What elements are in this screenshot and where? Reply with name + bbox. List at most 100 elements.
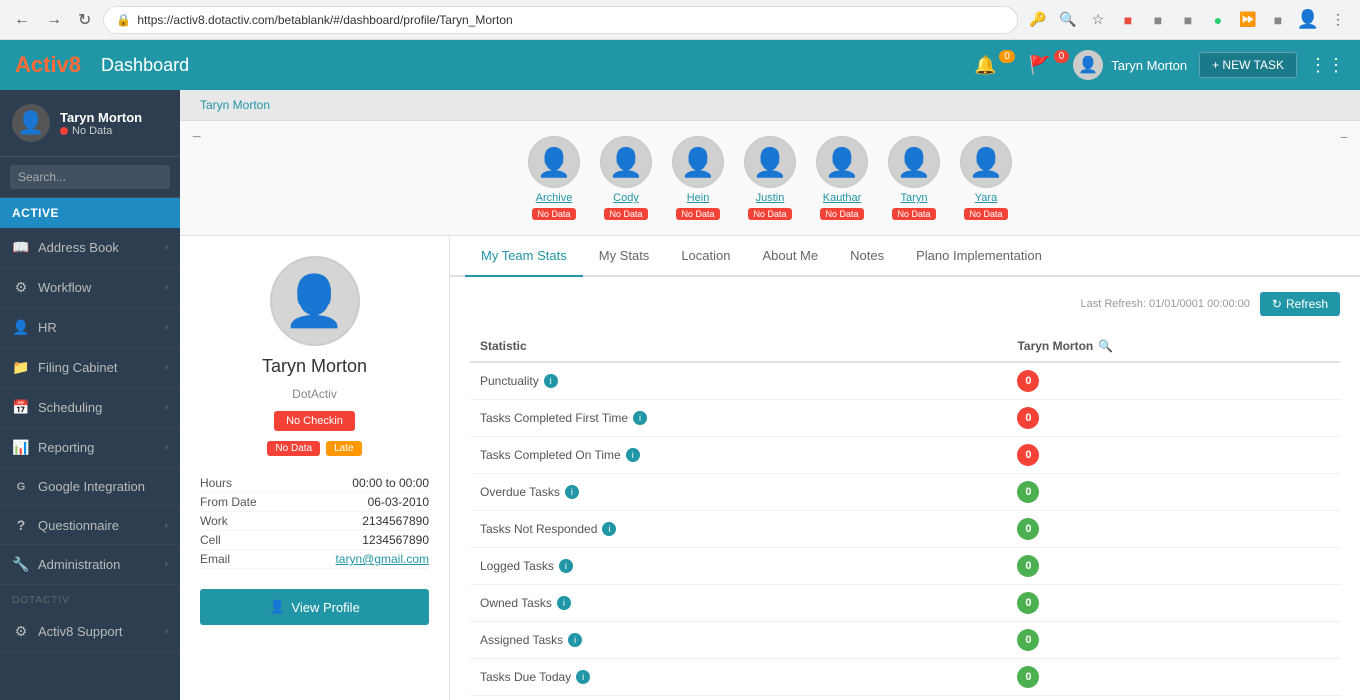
table-row: Tasks Completed On Time i 0 [470, 437, 1340, 474]
team-member-archive: 👤 Archive No Data [528, 136, 580, 220]
logo-accent: 8 [69, 52, 81, 77]
info-icon[interactable]: i [626, 448, 640, 462]
sidebar-item-questionnaire[interactable]: ? Questionnaire › [0, 506, 180, 545]
search-icon[interactable]: 🔍 [1056, 8, 1080, 32]
sidebar-user-info: Taryn Morton No Data [60, 110, 142, 137]
team-avatar[interactable]: 👤 [744, 136, 796, 188]
extension5-icon[interactable]: ⏩ [1236, 8, 1260, 32]
sidebar-item-google-integration[interactable]: G Google Integration [0, 468, 180, 506]
back-button[interactable]: ← [10, 7, 34, 33]
stat-badge: 0 [1017, 666, 1039, 688]
stat-name-text: Tasks Due Today [480, 670, 571, 684]
refresh-button[interactable]: ↻ Refresh [1260, 292, 1340, 316]
collapse-icon[interactable]: − [192, 129, 201, 147]
extension2-icon[interactable]: ■ [1146, 8, 1170, 32]
extension6-icon[interactable]: ■ [1266, 8, 1290, 32]
profile-stats-area: 👤 Taryn Morton DotActiv No Checkin No Da… [180, 236, 1360, 700]
notifications-button[interactable]: 🔔 0 [964, 55, 1006, 76]
stat-value-cell: 0 [1007, 400, 1340, 437]
col-statistic-header: Statistic [470, 331, 1007, 362]
tab-my-team-stats[interactable]: My Team Stats [465, 236, 583, 277]
team-member-justin: 👤 Justin No Data [744, 136, 796, 220]
team-member-name[interactable]: Cody [613, 192, 639, 204]
team-avatar[interactable]: 👤 [600, 136, 652, 188]
stat-name-cell: Logged Tasks i [470, 548, 1007, 585]
sidebar-item-label: Administration [38, 557, 120, 572]
extension1-icon[interactable]: ■ [1116, 8, 1140, 32]
checkin-status-button[interactable]: No Checkin [274, 411, 355, 431]
expand-icon[interactable]: − [1340, 129, 1348, 145]
team-avatar[interactable]: 👤 [528, 136, 580, 188]
team-member-badge: No Data [604, 208, 647, 220]
team-avatar[interactable]: 👤 [816, 136, 868, 188]
team-member-name[interactable]: Yara [975, 192, 997, 204]
notifications-badge: 0 [999, 50, 1015, 63]
view-profile-button[interactable]: 👤 View Profile [200, 589, 429, 625]
col-search-icon[interactable]: 🔍 [1098, 339, 1113, 353]
tab-notes[interactable]: Notes [834, 236, 900, 277]
sidebar-item-workflow[interactable]: ⚙ Workflow › [0, 268, 180, 308]
messages-button[interactable]: 🚩 0 [1019, 55, 1061, 76]
team-avatar[interactable]: 👤 [888, 136, 940, 188]
team-avatar[interactable]: 👤 [672, 136, 724, 188]
user-nav: 👤 Taryn Morton [1073, 50, 1187, 80]
lock-icon: 🔒 [116, 13, 131, 27]
stat-badge: 0 [1017, 592, 1039, 614]
extension4-icon[interactable]: ● [1206, 8, 1230, 32]
view-profile-label: View Profile [291, 600, 359, 615]
new-task-button[interactable]: + NEW TASK [1199, 52, 1297, 78]
sidebar-item-label: HR [38, 320, 57, 335]
sidebar-item-hr[interactable]: 👤 HR › [0, 308, 180, 348]
share-button[interactable]: ⋮⋮ [1309, 55, 1345, 76]
chevron-right-icon: › [165, 322, 168, 333]
team-member-name[interactable]: Hein [687, 192, 710, 204]
search-input[interactable] [18, 170, 173, 184]
info-icon[interactable]: i [602, 522, 616, 536]
stat-value-cell: 0 [1007, 437, 1340, 474]
sidebar-item-administration[interactable]: 🔧 Administration › [0, 545, 180, 585]
team-member-name[interactable]: Archive [536, 192, 573, 204]
breadcrumb-link[interactable]: Taryn Morton [200, 98, 270, 112]
stat-name-text: Punctuality [480, 374, 539, 388]
info-icon[interactable]: i [565, 485, 579, 499]
sidebar-item-label: Google Integration [38, 479, 145, 494]
chevron-right-icon: › [165, 520, 168, 531]
stat-value-cell: 0 [1007, 622, 1340, 659]
forward-button[interactable]: → [42, 7, 66, 33]
info-icon[interactable]: i [559, 559, 573, 573]
menu-icon[interactable]: ⋮ [1326, 8, 1350, 32]
sidebar-item-activ8-support[interactable]: ⚙ Activ8 Support › [0, 612, 180, 652]
sidebar-item-filing-cabinet[interactable]: 📁 Filing Cabinet › [0, 348, 180, 388]
star-icon[interactable]: ☆ [1086, 8, 1110, 32]
tab-my-stats[interactable]: My Stats [583, 236, 666, 277]
team-avatar[interactable]: 👤 [960, 136, 1012, 188]
password-icon[interactable]: 🔑 [1026, 8, 1050, 32]
extension3-icon[interactable]: ■ [1176, 8, 1200, 32]
tab-plano-implementation[interactable]: Plano Implementation [900, 236, 1058, 277]
info-icon[interactable]: i [557, 596, 571, 610]
info-icon[interactable]: i [576, 670, 590, 684]
team-member-name[interactable]: Taryn [901, 192, 928, 204]
refresh-button[interactable]: ↻ [74, 6, 95, 34]
team-member-badge: No Data [892, 208, 935, 220]
table-row: Tasks Due Today i 0 [470, 659, 1340, 696]
url-bar[interactable]: 🔒 https://activ8.dotactiv.com/betablank/… [103, 6, 1018, 34]
tab-about-me[interactable]: About Me [746, 236, 834, 277]
top-nav: Activ8 Dashboard 🔔 0 🚩 0 👤 Taryn Morton … [0, 40, 1360, 90]
info-icon[interactable]: i [568, 633, 582, 647]
sidebar-item-label: Filing Cabinet [38, 360, 118, 375]
from-date-label: From Date [200, 495, 257, 509]
team-member-name[interactable]: Kauthar [823, 192, 862, 204]
email-value[interactable]: taryn@gmail.com [335, 552, 429, 566]
stat-value-cell: 0 [1007, 362, 1340, 400]
tab-location[interactable]: Location [665, 236, 746, 277]
stat-name-text: Tasks Not Responded [480, 522, 597, 536]
user-profile-icon[interactable]: 👤 [1296, 8, 1320, 32]
team-member-name[interactable]: Justin [756, 192, 785, 204]
sidebar-item-scheduling[interactable]: 📅 Scheduling › [0, 388, 180, 428]
info-icon[interactable]: i [633, 411, 647, 425]
sidebar-item-reporting[interactable]: 📊 Reporting › [0, 428, 180, 468]
sidebar-item-address-book[interactable]: 📖 Address Book › [0, 228, 180, 268]
stat-badge: 0 [1017, 444, 1039, 466]
info-icon[interactable]: i [544, 374, 558, 388]
